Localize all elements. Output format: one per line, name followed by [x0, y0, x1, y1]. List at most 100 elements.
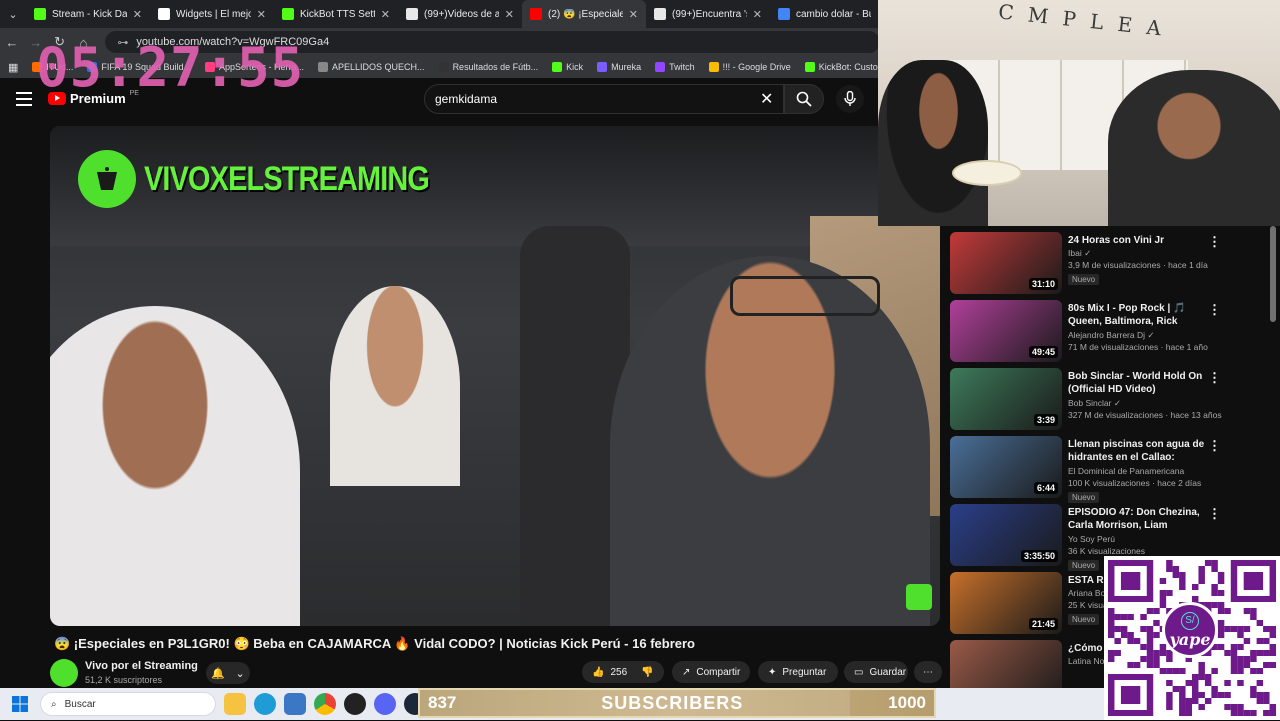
save-label: Guardar [869, 666, 907, 678]
voice-search-button[interactable] [836, 85, 864, 113]
discord-icon[interactable] [374, 693, 396, 715]
close-tab-icon[interactable]: ✕ [381, 8, 390, 21]
yape-logo: S/ yape [1162, 602, 1218, 658]
taskbar-search-icon: ⌕ [51, 698, 57, 710]
store-icon[interactable] [284, 693, 306, 715]
recommended-video-title[interactable]: EPISODIO 47: Don Chezina, Carla Morrison… [1068, 506, 1208, 532]
channel-name[interactable]: Vivo por el Streaming [85, 660, 198, 672]
browser-tab[interactable]: cambio dolar - Busca...✕ [770, 0, 894, 28]
recommended-video-meta: 71 M de visualizaciones · hace 1 año [1068, 342, 1208, 352]
save-button[interactable]: ▭ Guardar [844, 661, 908, 683]
webcam-overlay: C M P L E A [878, 0, 1280, 226]
microphone-icon [844, 91, 856, 106]
video-options-icon[interactable]: ⋮ [1208, 234, 1221, 250]
recommended-video[interactable]: 49:45 80s Mix I - Pop Rock | 🎵 Queen, Bal… [950, 300, 1221, 364]
clear-search-icon[interactable]: ✕ [760, 89, 773, 109]
bookmark-item[interactable]: Mureka [597, 62, 641, 72]
browser-tab[interactable]: Widgets | El mejor so... ✕ [150, 0, 274, 28]
video-duration: 3:39 [1033, 414, 1058, 426]
recommended-video-channel[interactable]: El Dominical de Panamericana [1068, 466, 1184, 476]
stream-clock: 05:27:55 [36, 36, 305, 99]
tab-title: cambio dolar - Busca... [796, 8, 871, 20]
like-button[interactable]: 👍 256 👎 [582, 661, 664, 683]
share-button[interactable]: ↗ Compartir [672, 661, 750, 683]
recommended-video-title[interactable]: 24 Horas con Vini Jr [1068, 234, 1208, 247]
bookmark-item[interactable]: Kick [552, 62, 583, 72]
recommended-video-title[interactable]: 80s Mix I - Pop Rock | 🎵 Queen, Baltimor… [1068, 302, 1208, 328]
close-tab-icon[interactable]: ✕ [629, 8, 638, 21]
recommended-video-channel[interactable]: Ibai ✓ [1068, 248, 1091, 259]
recommended-video[interactable]: 6:44 Llenan piscinas con agua de hidrante… [950, 436, 1221, 503]
browser-tab[interactable]: (99+)Encuentra 'sign... ✕ [646, 0, 770, 28]
video-thumbnail[interactable]: 49:45 [950, 300, 1062, 362]
new-badge: Nuevo [1068, 492, 1100, 503]
tab-favicon-icon [778, 8, 790, 20]
recommended-video[interactable]: 3:39 Bob Sinclar - World Hold On (Officia… [950, 368, 1222, 432]
menu-icon[interactable] [16, 92, 32, 106]
windows-start-icon[interactable] [0, 688, 40, 720]
channel-subscribers: 51,2 K suscriptores [85, 675, 163, 685]
sidebar-scrollbar[interactable] [1270, 226, 1276, 322]
video-thumbnail[interactable] [950, 640, 1062, 688]
search-input[interactable]: gemkidama [424, 84, 784, 114]
tab-search-button[interactable]: ⌄ [0, 0, 26, 28]
video-thumbnail[interactable]: 31:10 [950, 232, 1062, 294]
bookmark-item[interactable]: Resultados de Fútb... [438, 62, 538, 72]
edge-icon[interactable] [254, 693, 276, 715]
browser-tab[interactable]: (2) 😨 ¡Especiales en ✕ [522, 0, 646, 28]
browser-tab[interactable]: Stream - Kick Dashb... ✕ [26, 0, 150, 28]
tab-favicon-icon [158, 8, 170, 20]
recommended-video-channel[interactable]: Alejandro Barrera Dj ✓ [1068, 330, 1155, 341]
tab-favicon-icon [530, 8, 542, 20]
search-button[interactable] [784, 84, 824, 114]
watermark-logo-icon [78, 150, 136, 208]
video-title: 😨 ¡Especiales en P3L1GR0! 😳 Beba en CAJA… [54, 636, 695, 651]
bookmark-item[interactable]: APELLIDOS QUECH... [318, 62, 425, 72]
recommended-video-title[interactable]: Llenan piscinas con agua de hidrantes en… [1068, 438, 1208, 464]
chrome-icon[interactable] [314, 693, 336, 715]
close-tab-icon[interactable]: ✕ [753, 8, 762, 21]
recommended-video-channel[interactable]: Yo Soy Perú [1068, 534, 1115, 544]
video-thumbnail[interactable]: 3:39 [950, 368, 1062, 430]
video-player[interactable]: VIVOXELSTREAMING [50, 126, 940, 626]
webcam-person-right [1108, 70, 1280, 226]
bookmark-favicon-icon [318, 62, 329, 72]
recommended-video[interactable]: 31:10 24 Horas con Vini Jr Ibai ✓ 3,9 M de … [950, 232, 1221, 296]
channel-avatar[interactable] [50, 659, 78, 687]
recommended-video-meta: 36 K visualizaciones [1068, 546, 1146, 556]
watermark-text: VIVOXELSTREAMING [144, 159, 430, 198]
recommended-video-title[interactable]: Bob Sinclar - World Hold On (Official HD… [1068, 370, 1208, 396]
dislike-icon[interactable]: 👎 [641, 667, 653, 678]
apps-grid-icon[interactable]: ▦ [8, 61, 18, 74]
close-tab-icon[interactable]: ✕ [505, 8, 514, 21]
back-icon[interactable]: ← [0, 35, 24, 50]
share-icon: ↗ [682, 666, 691, 678]
ask-button[interactable]: ✦ Preguntar [758, 661, 838, 683]
recommended-video-channel[interactable]: Bob Sinclar ✓ [1068, 398, 1121, 409]
close-tab-icon[interactable]: ✕ [133, 8, 142, 21]
bookmark-item[interactable]: Twitch [655, 62, 695, 72]
browser-tab[interactable]: (99+)Videos de aurel... ✕ [398, 0, 522, 28]
bookmark-item[interactable]: KickBot: Customiza... [804, 62, 880, 72]
video-options-icon[interactable]: ⋮ [1208, 506, 1221, 522]
bookmark-item[interactable]: !!! - Google Drive [708, 62, 791, 72]
more-actions-button[interactable]: ⋯ [914, 661, 942, 683]
file-explorer-icon[interactable] [224, 693, 246, 715]
recommended-video-meta: 100 K visualizaciones · hace 2 días [1068, 478, 1202, 488]
app-icon-red[interactable] [344, 693, 366, 715]
tab-title: Widgets | El mejor so... [176, 8, 251, 20]
taskbar-search-placeholder: Buscar [64, 698, 96, 710]
video-options-icon[interactable]: ⋮ [1208, 370, 1221, 386]
video-options-icon[interactable]: ⋮ [1208, 302, 1221, 318]
video-options-icon[interactable]: ⋮ [1208, 438, 1221, 454]
video-thumbnail[interactable]: 6:44 [950, 436, 1062, 498]
browser-tab[interactable]: KickBot TTS Settings ✕ [274, 0, 398, 28]
notifications-button[interactable]: 🔔 ⌄ [206, 662, 250, 684]
tab-title: (99+)Videos de aurel... [424, 8, 499, 20]
video-thumbnail[interactable]: 21:45 [950, 572, 1062, 634]
bookmark-label: !!! - Google Drive [722, 62, 791, 72]
bookmark-favicon-icon [438, 62, 449, 72]
close-tab-icon[interactable]: ✕ [257, 8, 266, 21]
taskbar-search[interactable]: ⌕ Buscar [40, 692, 216, 716]
video-thumbnail[interactable]: 3:35:50 [950, 504, 1062, 566]
